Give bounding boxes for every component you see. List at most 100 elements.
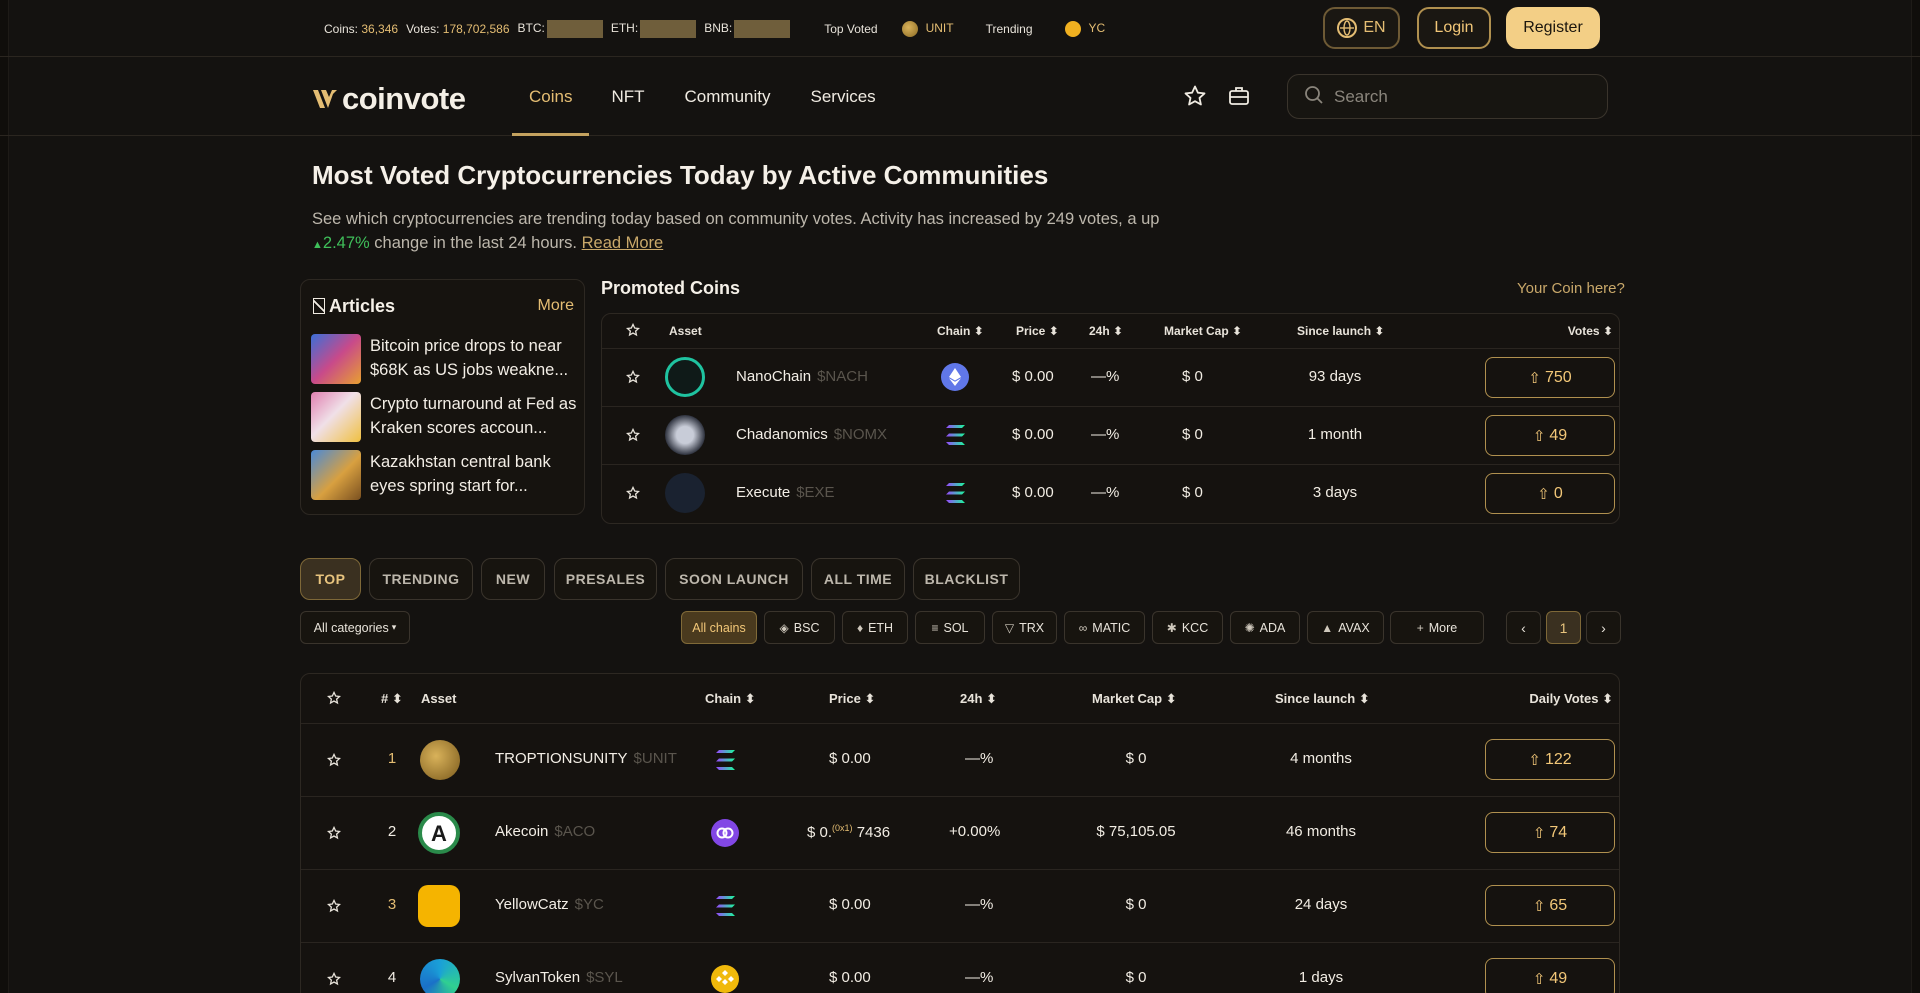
nav-menu: Coins NFT Community Services — [512, 57, 898, 136]
star-icon[interactable] — [625, 369, 642, 386]
chain-filter-matic[interactable]: ∞ MATIC — [1064, 611, 1145, 644]
sort-icon: ⬍ — [744, 691, 756, 706]
col-votes[interactable]: Votes ⬍ — [1568, 314, 1613, 348]
promoted-row[interactable]: Chadanomics $NOMX $ 0.00 —% $ 0 1 month ⇧… — [602, 406, 1619, 464]
col-chain[interactable]: Chain ⬍ — [705, 674, 756, 723]
star-icon[interactable] — [326, 971, 343, 988]
vote-button[interactable]: ⇧ 65 — [1485, 885, 1615, 926]
read-more-link[interactable]: Read More — [582, 234, 664, 252]
tab-presales[interactable]: PRESALES — [554, 558, 657, 600]
nav-item-nft[interactable]: NFT — [589, 57, 666, 136]
execute-logo-icon — [665, 473, 705, 513]
promoted-title: Promoted Coins — [601, 278, 741, 298]
asset-name[interactable]: NanoChain $NACH — [736, 368, 868, 385]
top-voted-coin-link[interactable]: UNIT — [901, 21, 954, 37]
star-icon[interactable] — [625, 485, 642, 502]
table-row[interactable]: 3 YellowCatz $YC $ 0.00 —% $ 0 24 days ⇧ 6… — [301, 869, 1619, 942]
top-voted-link[interactable]: Top Voted — [824, 22, 877, 36]
tab-soon-launch[interactable]: SOON LAUNCH — [665, 558, 803, 600]
pagination-current-page[interactable]: 1 — [1546, 611, 1581, 644]
chain-filter-all[interactable]: All chains — [681, 611, 757, 644]
col-market-cap[interactable]: Market Cap ⬍ — [1164, 314, 1242, 348]
article-item[interactable]: Crypto turnaround at Fed as Kraken score… — [311, 392, 577, 442]
asset-name[interactable]: Execute $EXE — [736, 484, 835, 501]
vote-button[interactable]: ⇧ 0 — [1485, 473, 1615, 514]
tab-top[interactable]: TOP — [300, 558, 361, 600]
troptionsunity-logo-icon — [420, 740, 460, 780]
chain-filter-eth[interactable]: ♦ ETH — [842, 611, 908, 644]
chain-filter-sol[interactable]: ≡ SOL — [915, 611, 985, 644]
col-rank[interactable]: # ⬍ — [381, 674, 403, 723]
logo[interactable]: coinvote — [312, 81, 466, 117]
asset-name[interactable]: TROPTIONSUNITY $UNIT — [495, 750, 677, 767]
article-item[interactable]: Bitcoin price drops to near $68K as US j… — [311, 334, 577, 384]
vote-button[interactable]: ⇧ 49 — [1485, 415, 1615, 456]
chain-filter-ada[interactable]: ✺ ADA — [1230, 611, 1300, 644]
col-price[interactable]: Price ⬍ — [1016, 314, 1059, 348]
vote-button[interactable]: ⇧ 750 — [1485, 357, 1615, 398]
trending-link[interactable]: Trending — [986, 22, 1033, 36]
language-button[interactable]: EN — [1323, 7, 1400, 49]
col-daily-votes[interactable]: Daily Votes ⬍ — [1529, 674, 1613, 723]
login-button[interactable]: Login — [1417, 7, 1491, 49]
tab-new[interactable]: NEW — [481, 558, 545, 600]
btc-price-placeholder — [546, 20, 603, 38]
your-coin-here-link[interactable]: Your Coin here? — [1517, 280, 1625, 297]
nav-item-community[interactable]: Community — [667, 57, 789, 136]
tab-all-time[interactable]: ALL TIME — [811, 558, 905, 600]
promoted-row[interactable]: NanoChain $NACH $ 0.00 —% $ 0 93 days ⇧ 75… — [602, 348, 1619, 406]
category-dropdown[interactable]: All categories ▾ — [300, 611, 410, 644]
chain-filter-more[interactable]: + More — [1390, 611, 1484, 644]
col-chain[interactable]: Chain ⬍ — [937, 314, 984, 348]
star-icon[interactable] — [326, 898, 343, 915]
star-icon[interactable] — [625, 427, 642, 444]
solana-icon: ≡ — [931, 620, 939, 635]
sort-icon: ⬍ — [1374, 324, 1385, 338]
col-since-launch[interactable]: Since launch ⬍ — [1297, 314, 1384, 348]
star-icon[interactable] — [326, 825, 343, 842]
favorites-star-icon[interactable] — [1183, 84, 1207, 108]
col-24h[interactable]: 24h ⬍ — [960, 674, 997, 723]
chain-filter-bsc[interactable]: ◈ BSC — [764, 611, 835, 644]
col-price[interactable]: Price ⬍ — [829, 674, 875, 723]
table-row[interactable]: 2 A Akecoin $ACO $ 0.(0x1) 7436 +0.00% $ … — [301, 796, 1619, 869]
asset-name[interactable]: Akecoin $ACO — [495, 823, 595, 840]
btc-label: BTC: — [517, 21, 545, 36]
tab-trending[interactable]: TRENDING — [369, 558, 473, 600]
asset-name[interactable]: Chadanomics $NOMX — [736, 426, 887, 443]
chain-filter-kcc[interactable]: ✱ KCC — [1152, 611, 1223, 644]
vote-button[interactable]: ⇧ 122 — [1485, 739, 1615, 780]
market-cap: $ 0 — [1125, 750, 1147, 767]
table-row[interactable]: 1 TROPTIONSUNITY $UNIT $ 0.00 —% $ 0 4 mo… — [301, 723, 1619, 796]
pagination-prev[interactable]: ‹ — [1506, 611, 1541, 644]
caret-down-icon: ▾ — [391, 622, 397, 632]
search-input[interactable] — [1334, 86, 1574, 107]
search-box[interactable] — [1287, 74, 1608, 119]
col-market-cap[interactable]: Market Cap ⬍ — [1092, 674, 1177, 723]
tab-blacklist[interactable]: BLACKLIST — [913, 558, 1020, 600]
articles-more-link[interactable]: More — [538, 297, 574, 315]
pagination-next[interactable]: › — [1586, 611, 1621, 644]
price: $ 0.00 — [829, 896, 871, 913]
chevron-left-icon: ‹ — [1521, 619, 1526, 636]
chain-filter-avax[interactable]: ▲ AVAX — [1307, 611, 1384, 644]
chadanomics-logo-icon — [665, 415, 705, 455]
promoted-row[interactable]: Execute $EXE $ 0.00 —% $ 0 3 days ⇧ 0 — [602, 464, 1619, 522]
article-item[interactable]: Kazakhstan central bank eyes spring star… — [311, 450, 577, 500]
solana-chain-icon — [711, 746, 739, 774]
chain-filter-trx[interactable]: ▽ TRX — [992, 611, 1057, 644]
col-since-launch[interactable]: Since launch ⬍ — [1275, 674, 1370, 723]
nav-item-coins[interactable]: Coins — [512, 57, 590, 136]
asset-name[interactable]: SylvanToken $SYL — [495, 969, 623, 986]
nav-item-services[interactable]: Services — [788, 57, 897, 136]
vote-button[interactable]: ⇧ 74 — [1485, 812, 1615, 853]
register-button[interactable]: Register — [1506, 7, 1600, 49]
trending-coin-link[interactable]: YC — [1064, 21, 1105, 37]
portfolio-briefcase-icon[interactable] — [1227, 84, 1251, 108]
star-icon[interactable] — [326, 752, 343, 769]
vote-button[interactable]: ⇧ 49 — [1485, 958, 1615, 993]
table-row[interactable]: 4 SylvanToken $SYL $ 0.00 —% $ 0 1 days ⇧… — [301, 942, 1619, 993]
asset-name[interactable]: YellowCatz $YC — [495, 896, 604, 913]
change-24h: +0.00% — [949, 823, 1001, 840]
col-24h[interactable]: 24h ⬍ — [1089, 314, 1123, 348]
